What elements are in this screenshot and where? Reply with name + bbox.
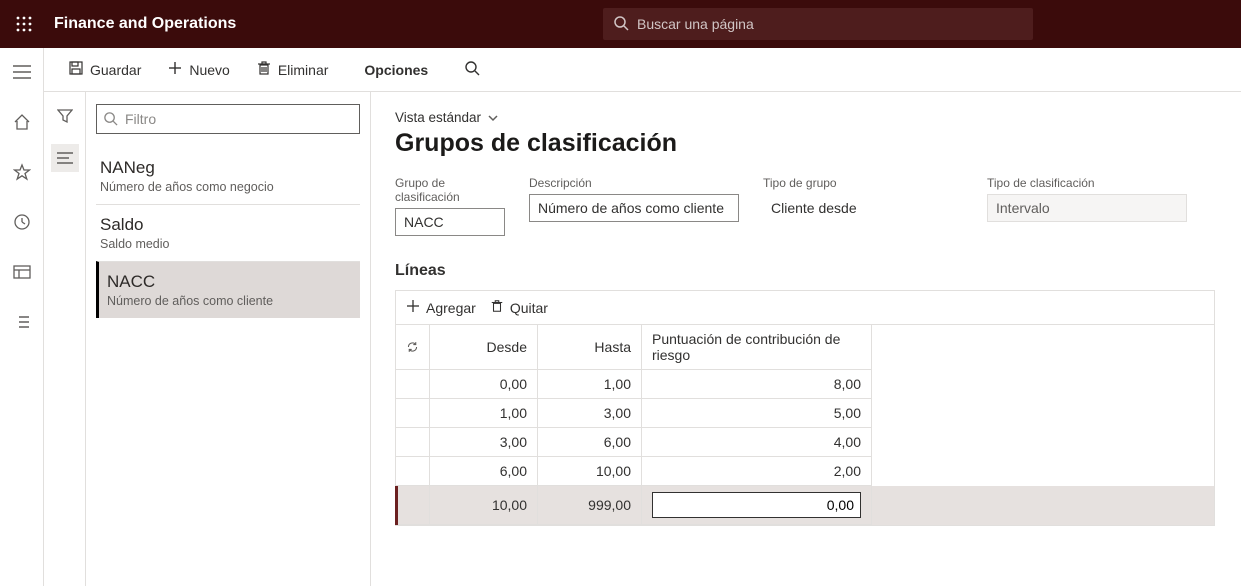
global-search[interactable] <box>603 8 1033 40</box>
delete-button[interactable]: Eliminar <box>246 54 339 85</box>
list-item-desc: Número de años como cliente <box>107 294 356 308</box>
plus-icon <box>167 60 183 79</box>
lines-grid: Agregar Quitar Desde Hasta Puntuación de… <box>395 290 1215 526</box>
cell-score[interactable]: 8,00 <box>642 370 872 399</box>
list-item-desc: Saldo medio <box>100 237 356 251</box>
cell-from[interactable]: 6,00 <box>430 457 538 486</box>
classification-type-label: Tipo de clasificación <box>987 176 1187 190</box>
workspace-icon[interactable] <box>8 258 36 286</box>
main-area: NANegNúmero de años como negocioSaldoSal… <box>44 92 1241 586</box>
lines-toolbar: Agregar Quitar <box>396 291 1214 325</box>
cell-to[interactable]: 1,00 <box>538 370 642 399</box>
top-bar: Finance and Operations <box>0 0 1241 48</box>
group-field[interactable]: NACC <box>395 208 505 236</box>
save-label: Guardar <box>90 62 141 78</box>
group-type-field[interactable]: Cliente desde <box>763 194 963 222</box>
table-row[interactable]: 1,003,005,00 <box>396 399 1214 428</box>
cell-score[interactable]: 5,00 <box>642 399 872 428</box>
row-marker[interactable] <box>396 457 430 486</box>
cell-from[interactable]: 3,00 <box>430 428 538 457</box>
page-title: Grupos de clasificación <box>395 129 1217 158</box>
global-search-input[interactable] <box>603 8 1033 40</box>
cell-score[interactable]: 4,00 <box>642 428 872 457</box>
list-item-code: Saldo <box>100 215 356 235</box>
clock-icon[interactable] <box>8 208 36 236</box>
delete-label: Eliminar <box>278 62 329 78</box>
save-icon <box>68 60 84 79</box>
list-filter-input[interactable] <box>96 104 360 134</box>
refresh-icon <box>406 340 419 354</box>
row-marker[interactable] <box>396 428 430 457</box>
cell-to[interactable]: 999,00 <box>538 486 642 525</box>
list-view-icon[interactable] <box>51 144 79 172</box>
modules-icon[interactable] <box>8 308 36 336</box>
cell-to[interactable]: 10,00 <box>538 457 642 486</box>
remove-line-label: Quitar <box>510 300 548 316</box>
group-type-label: Tipo de grupo <box>763 176 963 190</box>
chevron-down-icon <box>487 112 499 124</box>
table-row[interactable]: 3,006,004,00 <box>396 428 1214 457</box>
refresh-column-header[interactable] <box>396 325 430 370</box>
app-launcher-icon[interactable] <box>8 8 40 40</box>
add-line-label: Agregar <box>426 300 476 316</box>
row-marker[interactable] <box>396 370 430 399</box>
cell-from[interactable]: 10,00 <box>430 486 538 525</box>
cell-from[interactable]: 1,00 <box>430 399 538 428</box>
list-item-saldo[interactable]: Saldo Saldo medio <box>96 204 360 261</box>
new-button[interactable]: Nuevo <box>157 54 239 85</box>
home-icon[interactable] <box>8 108 36 136</box>
cell-from[interactable]: 0,00 <box>430 370 538 399</box>
list-item-nacc[interactable]: NACC Número de años como cliente <box>96 261 360 318</box>
add-line-button[interactable]: Agregar <box>406 299 476 316</box>
search-icon <box>464 60 480 79</box>
grid-header: Desde Hasta Puntuación de contribución d… <box>396 325 1214 370</box>
view-selector[interactable]: Vista estándar <box>395 110 499 125</box>
funnel-icon[interactable] <box>51 102 79 130</box>
classification-type-field: Intervalo <box>987 194 1187 222</box>
list-item-naneg[interactable]: NANeg Número de años como negocio <box>96 148 360 204</box>
app-title: Finance and Operations <box>54 15 236 33</box>
remove-line-button[interactable]: Quitar <box>490 299 548 316</box>
description-field[interactable]: Número de años como cliente <box>529 194 739 222</box>
column-from[interactable]: Desde <box>430 325 538 370</box>
table-row[interactable]: 0,001,008,00 <box>396 370 1214 399</box>
column-to[interactable]: Hasta <box>538 325 642 370</box>
lines-heading: Líneas <box>395 262 1217 280</box>
score-input[interactable] <box>652 492 861 518</box>
view-label: Vista estándar <box>395 110 481 125</box>
list-pane: NANegNúmero de años como negocioSaldoSal… <box>86 92 371 586</box>
action-bar: Guardar Nuevo Eliminar Opciones <box>0 48 1241 92</box>
list-rail <box>44 92 86 586</box>
search-icon <box>613 15 629 34</box>
list-item-code: NANeg <box>100 158 356 178</box>
save-button[interactable]: Guardar <box>58 54 151 85</box>
star-icon[interactable] <box>8 158 36 186</box>
plus-icon <box>406 299 420 316</box>
table-row[interactable]: 10,00999,00 <box>396 486 1214 525</box>
new-label: Nuevo <box>189 62 229 78</box>
group-label: Grupo de clasificación <box>395 176 505 204</box>
trash-icon <box>256 60 272 79</box>
options-label: Opciones <box>364 62 428 78</box>
trash-icon <box>490 299 504 316</box>
left-rail <box>0 48 44 586</box>
table-row[interactable]: 6,0010,002,00 <box>396 457 1214 486</box>
options-button[interactable]: Opciones <box>354 56 438 84</box>
column-score[interactable]: Puntuación de contribución de riesgo <box>642 325 872 370</box>
row-marker[interactable] <box>396 486 430 525</box>
cell-to[interactable]: 3,00 <box>538 399 642 428</box>
list-item-desc: Número de años como negocio <box>100 180 356 194</box>
row-marker[interactable] <box>396 399 430 428</box>
action-search-button[interactable] <box>454 54 490 85</box>
header-form: Grupo de clasificación NACC Descripción … <box>395 176 1217 236</box>
cell-score[interactable]: 2,00 <box>642 457 872 486</box>
cell-to[interactable]: 6,00 <box>538 428 642 457</box>
description-label: Descripción <box>529 176 739 190</box>
search-icon <box>103 111 118 126</box>
cell-score[interactable] <box>642 486 872 525</box>
detail-pane: Vista estándar Grupos de clasificación G… <box>371 92 1241 586</box>
hamburger-icon[interactable] <box>8 58 36 86</box>
list-item-code: NACC <box>107 272 356 292</box>
